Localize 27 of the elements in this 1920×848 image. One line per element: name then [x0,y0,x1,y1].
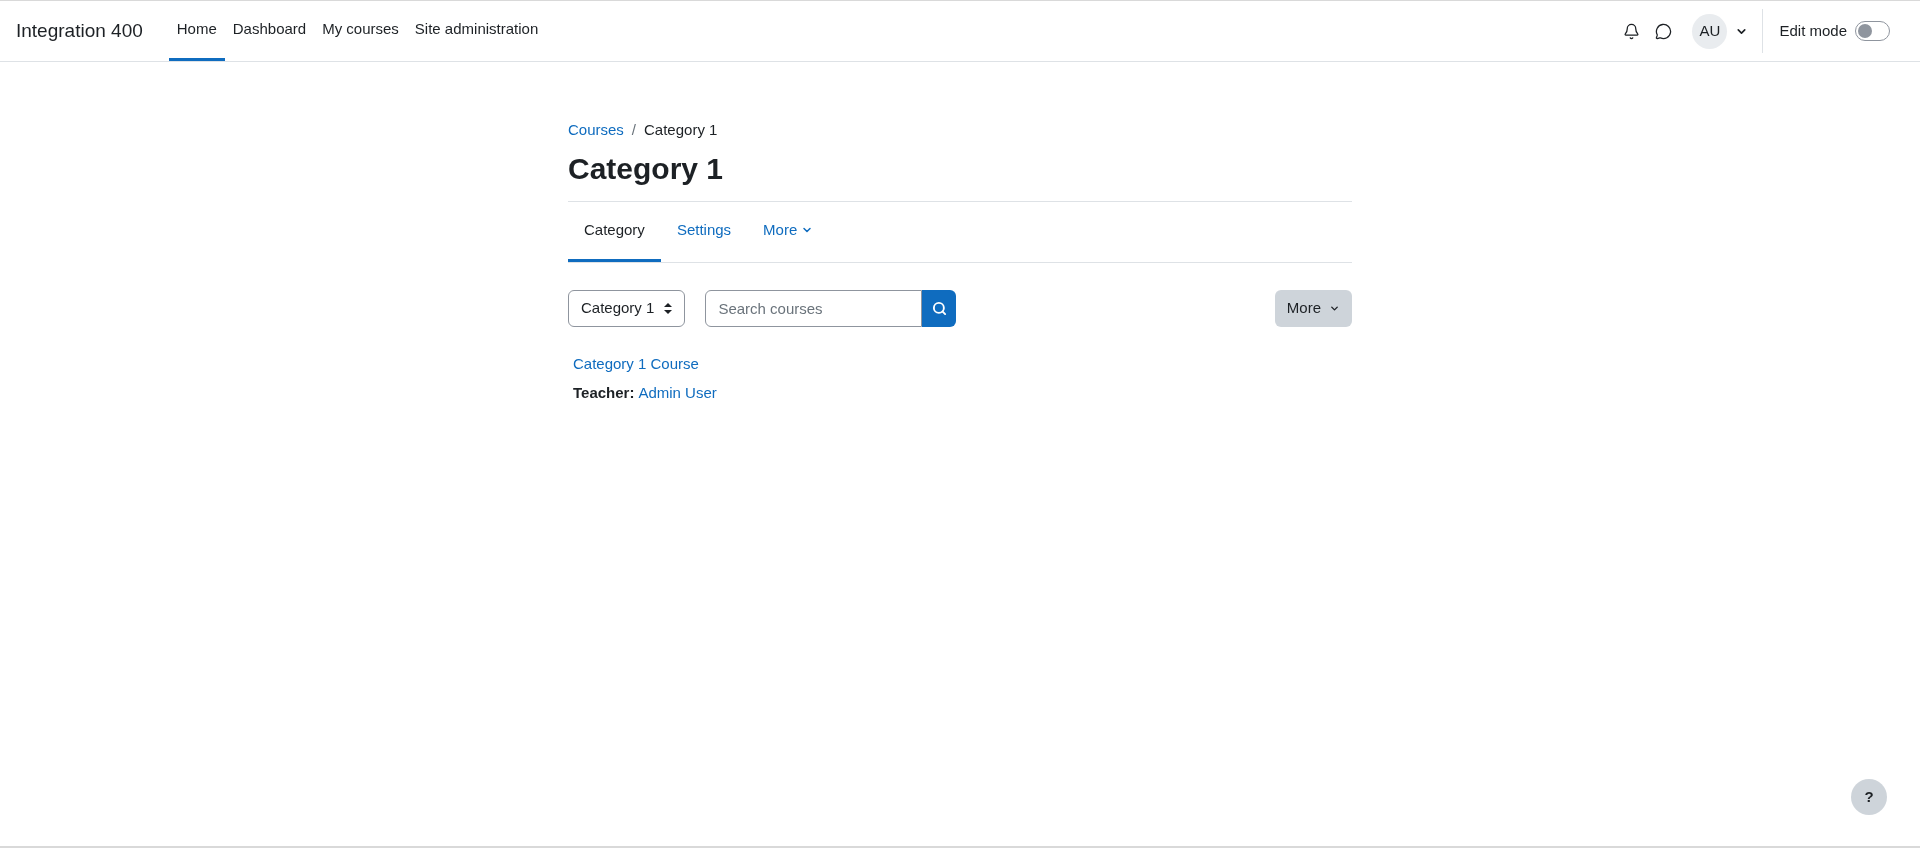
help-button[interactable]: ? [1851,779,1887,815]
more-menu-tab[interactable]: More [747,201,830,262]
search-field[interactable]: Search courses [705,289,923,327]
search-button[interactable] [922,289,957,327]
category-select[interactable]: Category 1 [568,289,686,327]
breadcrumb-current: Category 1 [644,120,718,140]
teacher-label: Teacher: [573,383,635,403]
site-name[interactable]: Integration 400 [16,16,143,46]
secondary-tab[interactable]: Settings [660,201,748,262]
sort-arrows-icon [664,302,673,314]
nav-link[interactable]: Dashboard [224,1,315,61]
breadcrumb-link[interactable]: Courses [568,119,624,142]
nav-link[interactable]: Site administration [406,1,547,61]
search-icon [931,300,947,316]
nav-link[interactable]: My courses [314,1,407,61]
course-link[interactable]: Category 1 Course [573,352,699,375]
more-button[interactable]: More [1274,289,1352,327]
breadcrumb-separator: / [630,120,638,140]
edit-mode-label: Edit mode [1779,20,1847,41]
user-avatar[interactable]: AU [1692,13,1728,49]
messages-icon[interactable] [1655,22,1673,40]
edit-mode-switch[interactable] [1855,21,1890,41]
nav-link[interactable]: Home [168,1,225,61]
page-heading: Category 1 [568,145,1352,202]
teacher-link[interactable]: Admin User [638,382,717,405]
secondary-tab[interactable]: Category [568,201,661,262]
notification-bell-icon[interactable] [1623,22,1641,40]
